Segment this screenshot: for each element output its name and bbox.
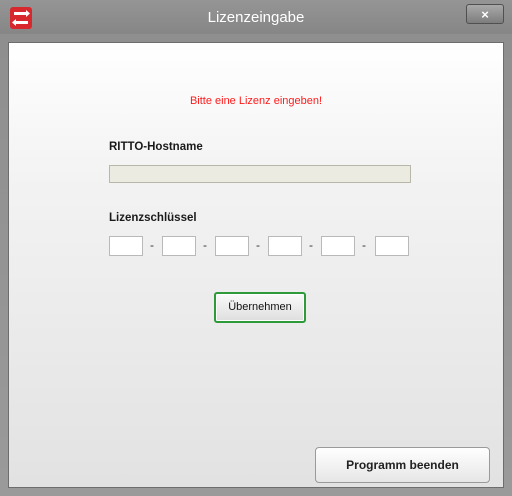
license-key-field-5[interactable] [321,236,355,256]
dialog-window: Lizenzeingabe × Bitte eine Lizenz eingeb… [0,0,512,496]
license-prompt-message: Bitte eine Lizenz eingeben! [189,95,323,107]
license-key-field-4[interactable] [268,236,302,256]
quit-program-button[interactable]: Programm beenden [315,447,490,483]
hostname-field[interactable] [109,165,411,183]
license-key-separator: - [256,238,260,252]
license-key-separator: - [362,238,366,252]
license-key-separator: - [309,238,313,252]
apply-button[interactable]: Übernehmen [214,292,306,323]
title-bar[interactable]: Lizenzeingabe × [0,0,512,34]
license-key-separator: - [203,238,207,252]
license-key-field-3[interactable] [215,236,249,256]
window-title: Lizenzeingabe [207,9,305,26]
hostname-label: RITTO-Hostname [109,141,203,153]
dialog-body: Bitte eine Lizenz eingeben! RITTO-Hostna… [8,42,504,488]
license-key-field-6[interactable] [375,236,409,256]
license-key-field-2[interactable] [162,236,196,256]
license-key-separator: - [150,238,154,252]
close-button[interactable]: × [466,4,504,24]
license-key-field-1[interactable] [109,236,143,256]
license-key-label: Lizenzschlüssel [109,212,197,224]
